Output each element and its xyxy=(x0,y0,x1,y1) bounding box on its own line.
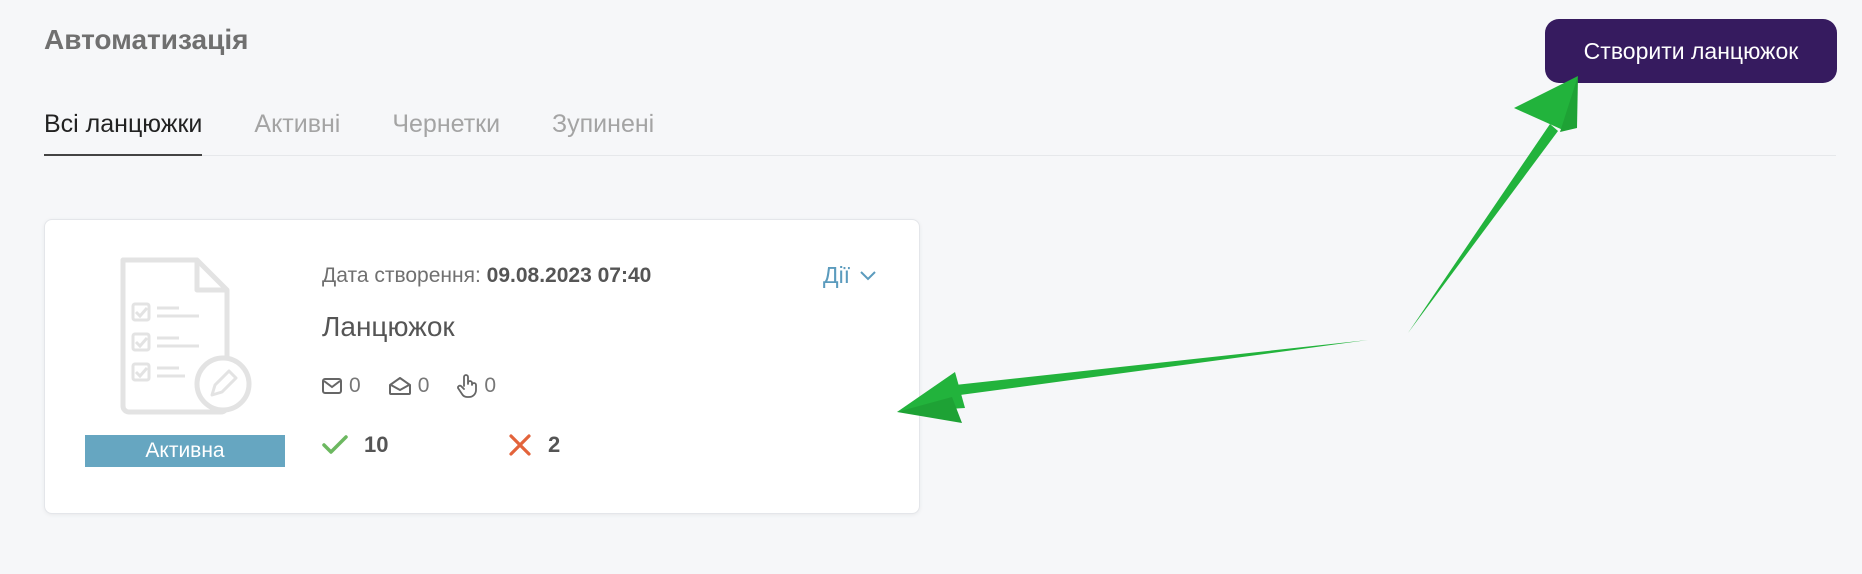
automation-page: Автоматизація Створити ланцюжок Всі ланц… xyxy=(0,0,1862,574)
pointer-hand-icon xyxy=(457,374,478,398)
cross-icon xyxy=(509,434,531,456)
chain-results: 10 2 xyxy=(322,432,560,458)
actions-dropdown[interactable]: Дії xyxy=(823,262,876,289)
envelope-open-icon xyxy=(388,377,411,395)
chain-stats: 0 0 0 xyxy=(322,374,496,398)
opened-count: 0 xyxy=(417,374,430,397)
tab-all-chains[interactable]: Всі ланцюжки xyxy=(44,100,203,156)
tab-drafts[interactable]: Чернетки xyxy=(392,100,500,156)
arrow-to-card xyxy=(897,340,1368,423)
chain-name[interactable]: Ланцюжок xyxy=(322,311,455,343)
created-label: Дата створення: xyxy=(322,264,481,287)
success-count: 10 xyxy=(364,432,389,457)
create-chain-button[interactable]: Створити ланцюжок xyxy=(1545,19,1837,83)
page-title: Автоматизація xyxy=(44,24,249,55)
sent-count: 0 xyxy=(349,374,361,397)
chevron-down-icon xyxy=(860,270,876,280)
chain-tabs: Всі ланцюжки Активні Чернетки Зупинені xyxy=(44,100,1836,156)
tab-stopped[interactable]: Зупинені xyxy=(552,100,654,156)
sent-stat: 0 xyxy=(322,374,361,398)
created-date: Дата створення: 09.08.2023 07:40 xyxy=(322,264,651,288)
actions-label: Дії xyxy=(823,262,851,288)
fail-count: 2 xyxy=(548,432,561,457)
checkmark-icon xyxy=(322,435,348,454)
tab-active[interactable]: Активні xyxy=(254,100,340,156)
clicked-stat: 0 xyxy=(457,374,496,398)
clicked-count: 0 xyxy=(484,374,497,397)
envelope-icon xyxy=(322,378,342,394)
chain-card[interactable]: Активна Дата створення: 09.08.2023 07:40… xyxy=(44,219,920,514)
status-badge: Активна xyxy=(85,435,285,467)
document-edit-icon xyxy=(120,257,252,415)
fail-result: 2 xyxy=(508,432,560,458)
success-result: 10 xyxy=(322,432,508,458)
created-value: 09.08.2023 07:40 xyxy=(486,264,652,287)
opened-stat: 0 xyxy=(388,374,430,398)
